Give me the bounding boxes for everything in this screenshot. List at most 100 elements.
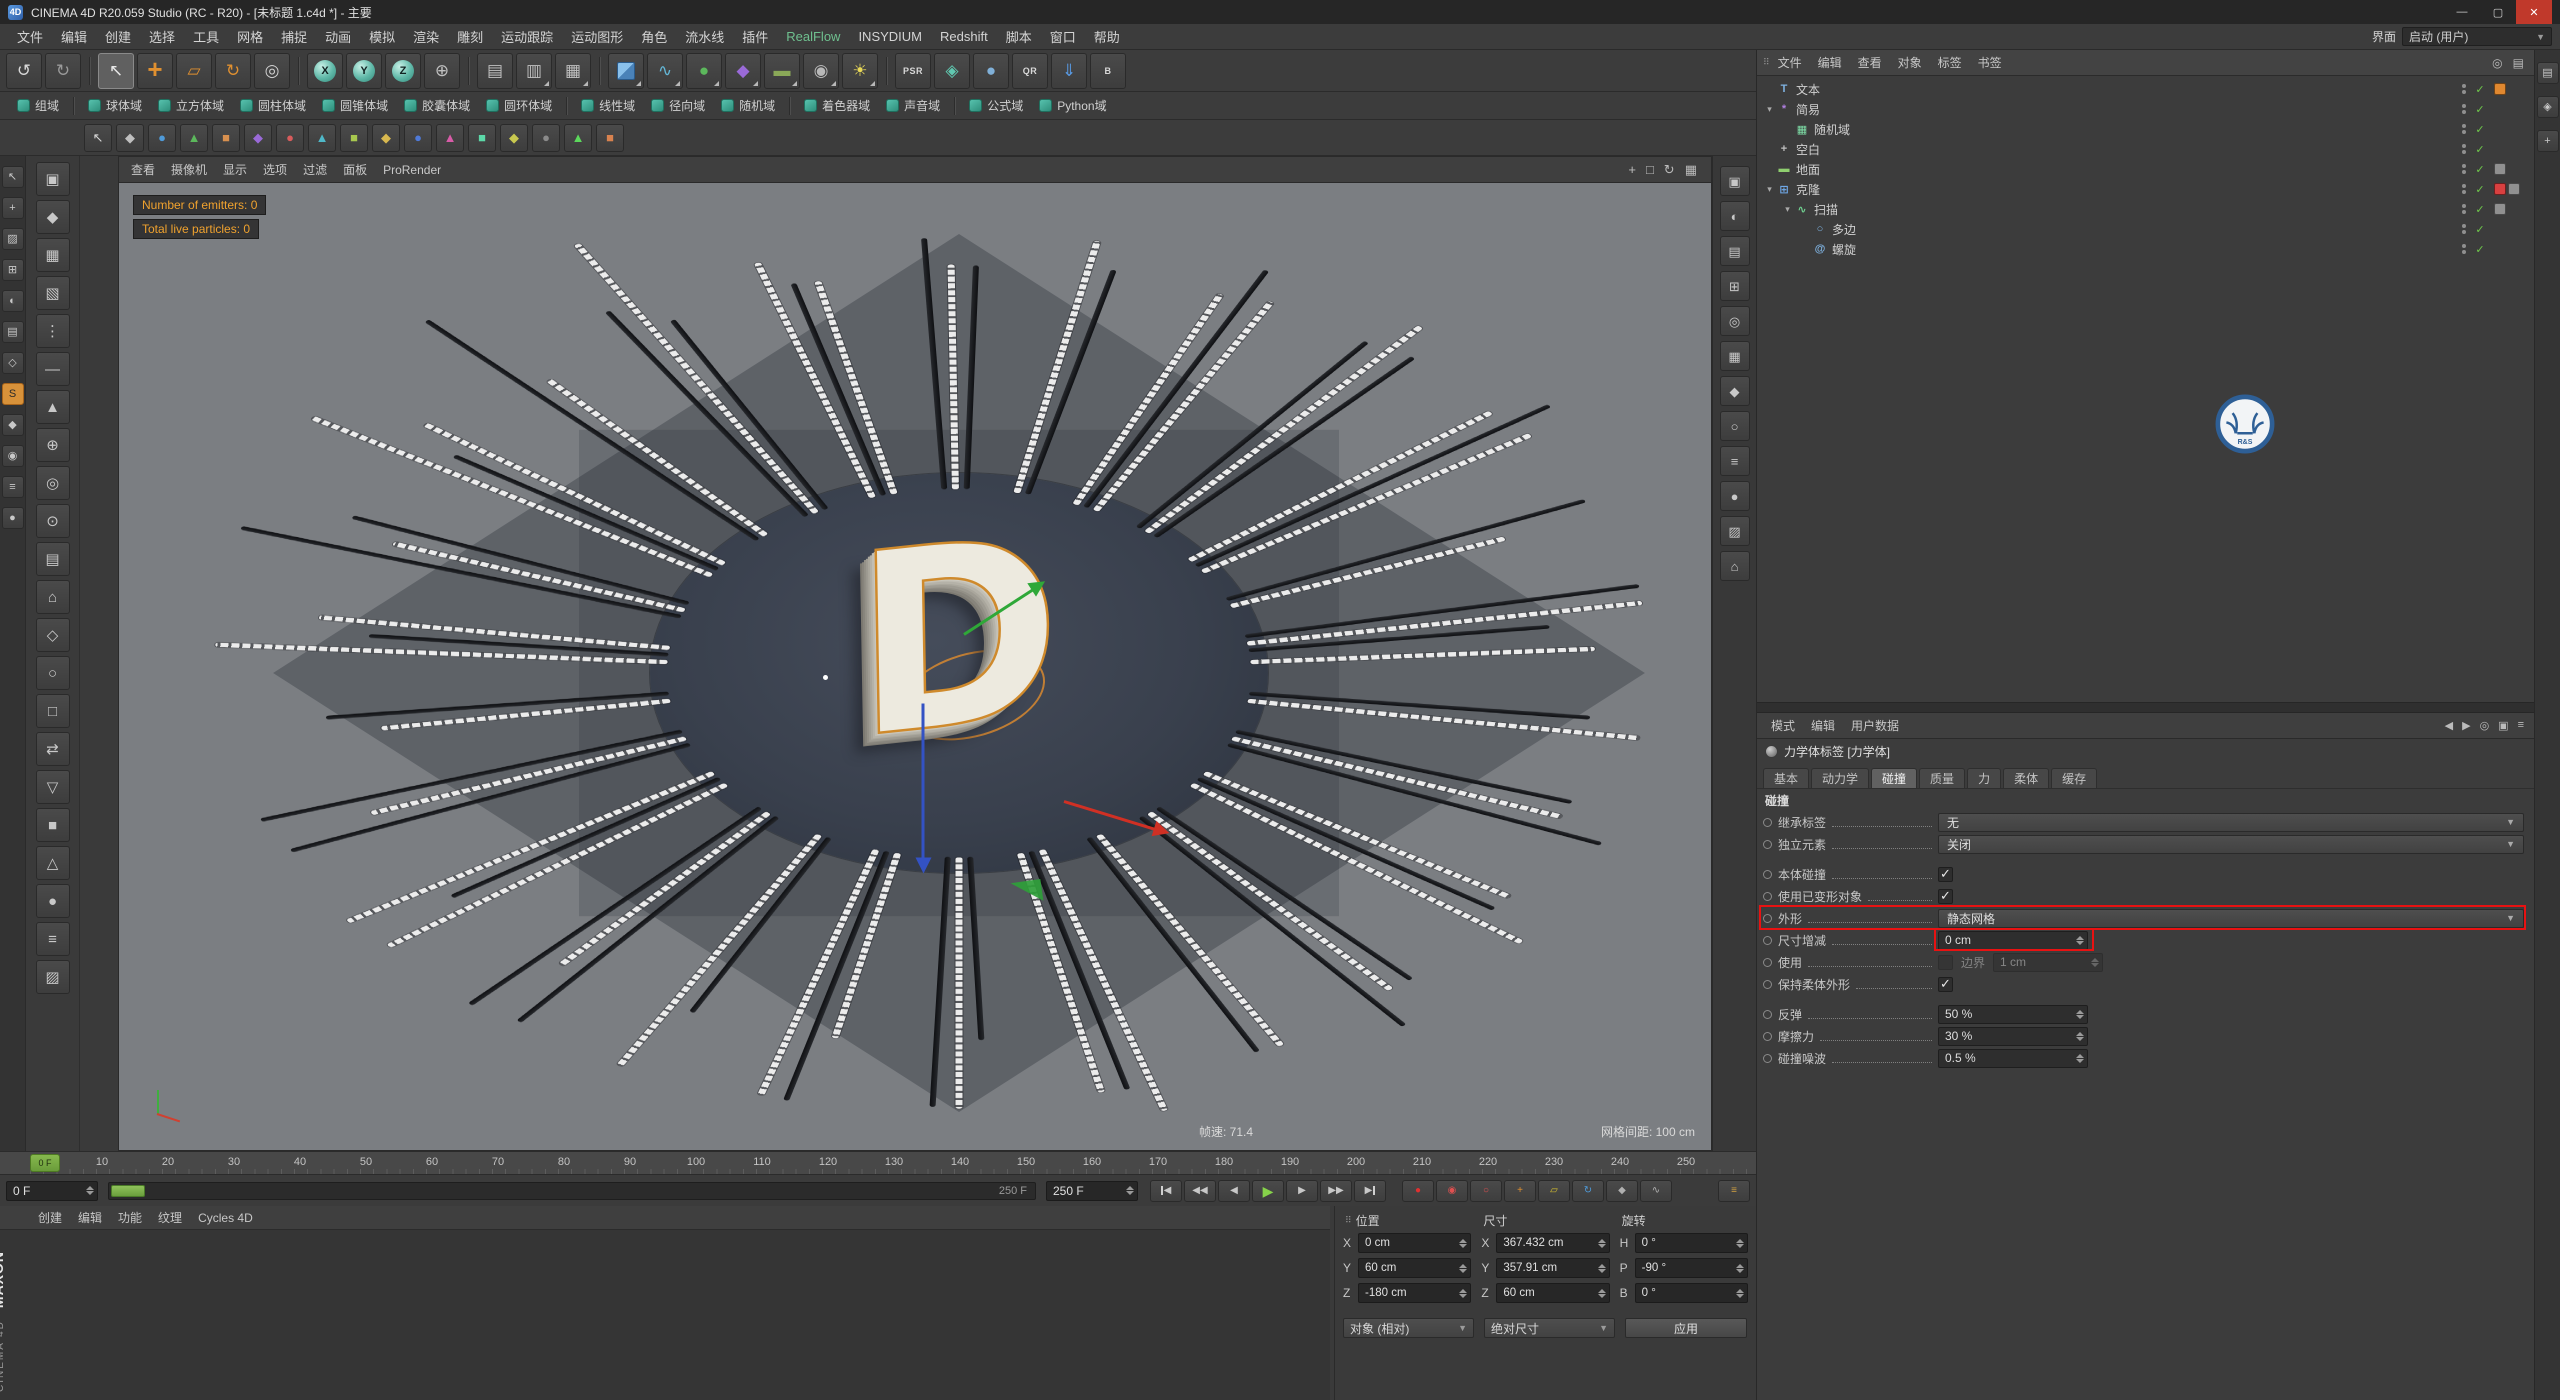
add-environment-button[interactable]: ▬ [764, 52, 800, 89]
om-menu-查看[interactable]: 查看 [1850, 50, 1890, 75]
menu-捕捉[interactable]: 捕捉 [272, 24, 316, 49]
menu-窗口[interactable]: 窗口 [1041, 24, 1085, 49]
om-menu-编辑[interactable]: 编辑 [1810, 50, 1850, 75]
add-spline-button[interactable]: ∿ [647, 52, 683, 89]
realflow-tool-15[interactable]: ● [532, 123, 560, 152]
enable-check-icon[interactable]: ✓ [2473, 163, 2487, 176]
quick-sphere-button[interactable]: ● [973, 52, 1009, 89]
field-线性域[interactable]: 线性域 [574, 95, 642, 117]
menu-文件[interactable]: 文件 [8, 24, 52, 49]
menu-网格[interactable]: 网格 [228, 24, 272, 49]
realflow-tool-4[interactable]: ▲ [180, 123, 208, 152]
param-dropdown[interactable]: 关闭 ▼ [1938, 834, 2524, 854]
animation-dot-icon[interactable] [1763, 935, 1772, 945]
am-menu-编辑[interactable]: 编辑 [1803, 713, 1843, 738]
param-checkbox[interactable] [1938, 888, 1953, 904]
left-dock-icon-5[interactable]: ◐ [1, 290, 24, 312]
left-dock-icon-8[interactable]: S [1, 383, 24, 405]
solo-mode-icon[interactable]: ◎ [35, 466, 70, 500]
modeling-icon-20[interactable]: ● [35, 884, 70, 918]
lock-y-axis-button[interactable]: Y [346, 52, 382, 89]
viewport-menu-显示[interactable]: 显示 [215, 157, 255, 182]
modeling-icon-19[interactable]: △ [35, 846, 70, 880]
rotate-view-icon[interactable]: ↻ [1664, 162, 1675, 178]
field-Python域[interactable]: Python域 [1032, 95, 1113, 117]
previous-key-button[interactable]: ◀◀ [1184, 1179, 1216, 1202]
menu-RealFlow[interactable]: RealFlow [777, 24, 849, 49]
param-spinner[interactable]: 50 % [1938, 1004, 2088, 1024]
left-dock-icon-10[interactable]: ◉ [1, 445, 24, 467]
object-row-随机域[interactable]: ▦ 随机域 ✓ [1757, 119, 2534, 139]
render-settings-button[interactable]: ▦ [555, 52, 591, 89]
menu-编辑[interactable]: 编辑 [52, 24, 96, 49]
am-filter-icon[interactable]: ◎ [2480, 719, 2490, 732]
object-tag-icon[interactable] [2494, 183, 2506, 195]
viewport-menu-面板[interactable]: 面板 [335, 157, 375, 182]
visibility-dots[interactable] [2462, 144, 2466, 154]
visibility-dots[interactable] [2462, 84, 2466, 94]
param-spinner[interactable]: 0 cm [1938, 930, 2088, 950]
end-frame-input[interactable]: 250 F [1046, 1180, 1138, 1201]
realflow-tool-6[interactable]: ◆ [244, 123, 272, 152]
coordinate-system-button[interactable]: ⊕ [424, 52, 460, 89]
viewport-dock-icon-6[interactable]: ▦ [1719, 341, 1750, 371]
am-lock-icon[interactable]: ▣ [2498, 719, 2508, 732]
single-view-toggle-icon[interactable]: ▦ [1685, 162, 1697, 178]
field-组域[interactable]: 组域 [10, 95, 66, 117]
previous-frame-button[interactable]: ◀ [1218, 1179, 1250, 1202]
om-menu-文件[interactable]: 文件 [1770, 50, 1810, 75]
om-filter-icon[interactable]: ◎ [2492, 56, 2502, 70]
modeling-icon-21[interactable]: ≡ [35, 922, 70, 956]
enable-check-icon[interactable]: ✓ [2473, 203, 2487, 216]
field-胶囊体域[interactable]: 胶囊体域 [397, 95, 477, 117]
redo-button[interactable]: ↻ [45, 52, 81, 89]
field-径向域[interactable]: 径向域 [644, 95, 712, 117]
timeline-ruler[interactable]: 0102030405060708090100110120130140150160… [0, 1151, 1756, 1174]
scale-tool[interactable]: ▱ [176, 52, 212, 89]
am-menu-用户数据[interactable]: 用户数据 [1843, 713, 1907, 738]
menu-创建[interactable]: 创建 [96, 24, 140, 49]
tab-力[interactable]: 力 [1967, 768, 2002, 788]
enable-check-icon[interactable]: ✓ [2473, 183, 2487, 196]
tab-碰撞[interactable]: 碰撞 [1871, 768, 1918, 788]
edge-dock-icon-1[interactable]: ▤ [2536, 62, 2559, 84]
modeling-icon-15[interactable]: □ [35, 694, 70, 728]
viewport-dock-icon-10[interactable]: ● [1719, 481, 1750, 511]
playback-settings-button[interactable]: ≡ [1718, 1179, 1750, 1202]
animation-dot-icon[interactable] [1763, 1053, 1772, 1063]
size-X-input[interactable]: 367.432 cm [1496, 1233, 1610, 1253]
minimize-button[interactable]: — [2444, 0, 2480, 24]
plane-handle[interactable] [1010, 879, 1044, 905]
visibility-dots[interactable] [2462, 204, 2466, 214]
size-mode-dropdown[interactable]: 绝对尺寸 ▼ [1484, 1318, 1615, 1338]
rotate-tool[interactable]: ↻ [215, 52, 251, 89]
menu-选择[interactable]: 选择 [140, 24, 184, 49]
magic-merge-button[interactable]: ◈ [934, 52, 970, 89]
texture-mode-icon[interactable]: ▦ [35, 238, 70, 272]
realflow-tool-12[interactable]: ▲ [436, 123, 464, 152]
tab-基本[interactable]: 基本 [1763, 768, 1810, 788]
psr-button[interactable]: PSR [895, 52, 931, 89]
object-row-地面[interactable]: ▬ 地面 ✓ [1757, 159, 2534, 179]
object-tag-icon[interactable] [2494, 83, 2506, 95]
realflow-tool-8[interactable]: ▲ [308, 123, 336, 152]
field-声音域[interactable]: 声音域 [879, 95, 947, 117]
edge-dock-icon-2[interactable]: ◈ [2536, 96, 2559, 118]
left-dock-icon-7[interactable]: ◇ [1, 352, 24, 374]
downloads-button[interactable]: ⇓ [1051, 52, 1087, 89]
last-used-tool[interactable]: ◎ [254, 52, 290, 89]
visibility-dots[interactable] [2462, 184, 2466, 194]
menu-角色[interactable]: 角色 [632, 24, 676, 49]
expand-toggle-icon[interactable]: ▾ [1763, 184, 1776, 195]
enable-check-icon[interactable]: ✓ [2473, 83, 2487, 96]
current-frame-input[interactable]: 0 F [6, 1180, 98, 1201]
animation-dot-icon[interactable] [1763, 913, 1772, 923]
edge-mode-icon[interactable]: — [35, 352, 70, 386]
realflow-tool-1[interactable]: ↖ [84, 123, 112, 152]
object-tag-icon[interactable] [2494, 203, 2506, 215]
play-button[interactable]: ▶ [1252, 1179, 1284, 1202]
param-checkbox[interactable] [1938, 976, 1953, 992]
visibility-dots[interactable] [2462, 224, 2466, 234]
animation-dot-icon[interactable] [1763, 979, 1772, 989]
modeling-icon-16[interactable]: ⇄ [35, 732, 70, 766]
